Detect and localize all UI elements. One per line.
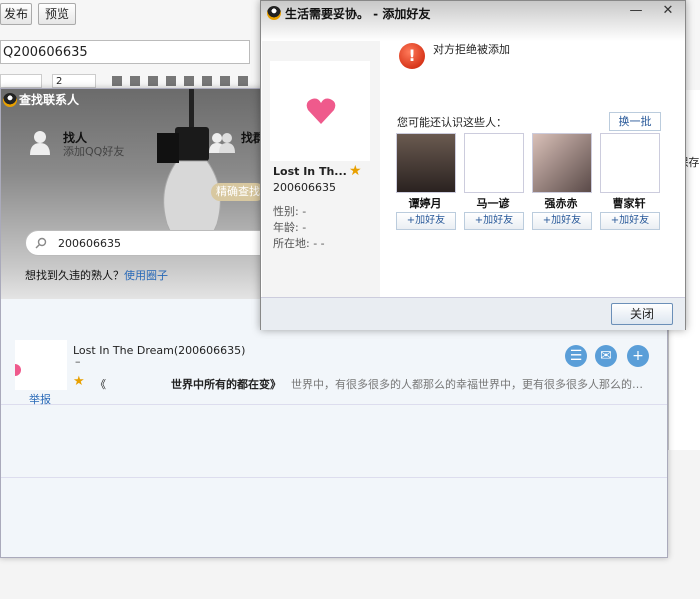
profile-qq: 200606635 (273, 181, 336, 194)
suggest-label: 您可能还认识这些人： (397, 116, 507, 129)
star-icon: ★ (73, 374, 85, 389)
star-icon: ★ (349, 163, 362, 179)
candidate-name-4[interactable]: 曹家轩 (599, 195, 659, 211)
candidate-avatar-4[interactable] (600, 133, 660, 193)
location-row: 所在地: - - (273, 235, 325, 251)
group-icon (209, 133, 235, 153)
candidate-name-3[interactable]: 强赤赤 (531, 195, 591, 211)
add-friend-button-1[interactable]: +加好友 (396, 212, 456, 230)
report-link[interactable]: 举报 (29, 391, 51, 407)
divider (1, 477, 667, 478)
location-label: 所在地: (273, 237, 310, 250)
candidate-name-2[interactable]: 马一谚 (463, 195, 523, 211)
result-desc: 世界中，有很多很多的人都那么的幸福世界中，更有很多很多人那么的… (291, 378, 643, 391)
age-label: 年龄: (273, 221, 299, 234)
age-row: 年龄: - (273, 219, 306, 235)
candidate-avatar-2[interactable] (464, 133, 524, 193)
age-value: - (302, 221, 307, 234)
add-icon[interactable]: + (627, 345, 649, 367)
result-dash: – (75, 355, 81, 368)
search-input[interactable]: 200606635 (25, 230, 275, 256)
gender-label: 性别: (273, 205, 299, 218)
format-icons[interactable] (112, 76, 252, 86)
refuse-message: 对方拒绝被添加 (433, 43, 510, 56)
list-icon[interactable]: ☰ (565, 345, 587, 367)
qq-icon (267, 6, 281, 20)
result-avatar[interactable] (15, 340, 67, 390)
font-family-select[interactable] (0, 74, 42, 88)
hint-label: 想找到久违的熟人？ (25, 269, 124, 282)
result-title: 世界中所有的都在变》 (171, 378, 281, 391)
location-value: - - (313, 237, 325, 250)
gender-row: 性别: - (273, 203, 306, 219)
add-friend-title: 生活需要妥协。 - 添加好友 (285, 7, 431, 21)
precise-search-button[interactable]: 精确查找 (211, 183, 265, 201)
add-friend-button-3[interactable]: +加好友 (532, 212, 592, 230)
font-size-select[interactable]: 2 (52, 74, 96, 88)
profile-picture (270, 61, 370, 161)
candidate-avatar-3[interactable] (532, 133, 592, 193)
preview-button[interactable]: 预览 (38, 3, 76, 25)
publish-button[interactable]: 发布 (0, 3, 32, 25)
candidate-avatar-1[interactable] (396, 133, 456, 193)
add-friend-window: 生活需要妥协。 - 添加好友 — ✕ Lost In Th... ★ 20060… (260, 0, 686, 330)
qq-icon (3, 93, 17, 107)
profile-name: Lost In Th... (273, 165, 347, 178)
add-friend-button-4[interactable]: +加好友 (600, 212, 660, 230)
find-title: 查找联系人 (19, 93, 80, 107)
result-quote: 《 (95, 378, 106, 391)
close-icon[interactable]: ✕ (653, 1, 683, 21)
candidate-name-1[interactable]: 谭婷月 (395, 195, 455, 211)
heart-icon (15, 364, 21, 376)
close-button[interactable]: 关闭 (611, 303, 673, 325)
change-batch-button[interactable]: 换一批 (609, 112, 661, 131)
circle-link[interactable]: 使用圈子 (124, 269, 168, 282)
chat-icon[interactable]: ✉ (595, 345, 617, 367)
person-icon (30, 131, 50, 155)
add-friend-button-2[interactable]: +加好友 (464, 212, 524, 230)
tab-find-people-sub: 添加QQ好友 (63, 145, 125, 158)
heart-icon (306, 98, 336, 124)
search-icon (35, 237, 47, 249)
result-name[interactable]: Lost In The Dream(200606635) (73, 344, 245, 357)
error-icon: ! (399, 43, 425, 69)
hint-text: 想找到久违的熟人？使用圈子 (25, 267, 168, 283)
title-input[interactable]: Q200606635 (0, 40, 250, 64)
minimize-button[interactable]: — (621, 1, 651, 21)
gender-value: - (302, 205, 307, 218)
